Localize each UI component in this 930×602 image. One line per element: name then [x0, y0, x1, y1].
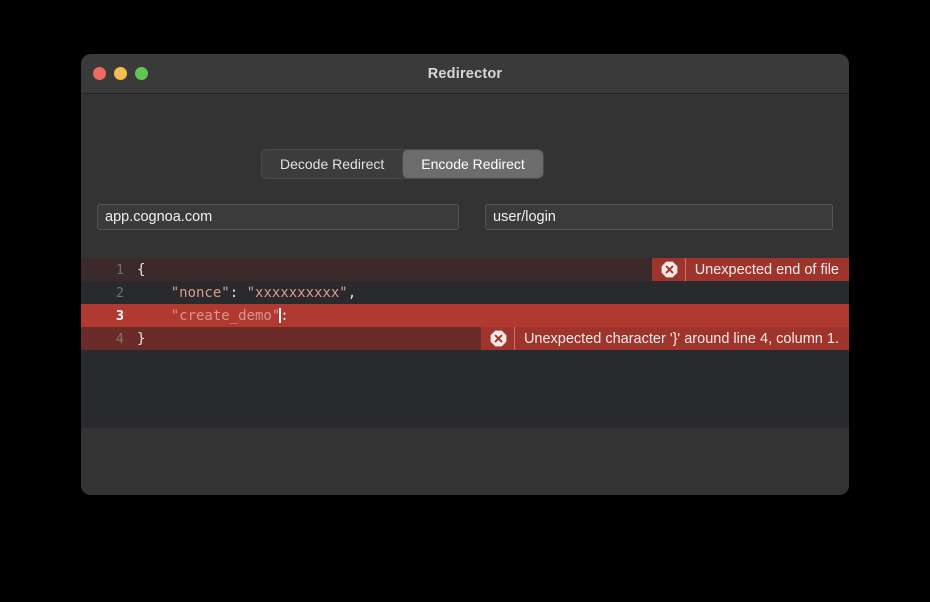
host-input[interactable]	[97, 204, 459, 230]
line-content: "nonce": "xxxxxxxxxx",	[170, 284, 357, 301]
close-button[interactable]	[93, 67, 106, 80]
code-line-active[interactable]: 3 "create_demo":	[81, 304, 849, 327]
desktop: Redirector Decode Redirect Encode Redire…	[0, 0, 930, 602]
code-line[interactable]: 4 } Unexpected character '}' around line…	[81, 327, 849, 350]
window-bottom-area	[81, 428, 849, 495]
line-number: 2	[115, 284, 124, 301]
error-divider	[513, 327, 515, 350]
window-controls	[93, 54, 148, 93]
tab-decode-redirect[interactable]: Decode Redirect	[262, 150, 403, 178]
error-banner[interactable]: Unexpected character '}' around line 4, …	[480, 327, 849, 350]
code-line[interactable]: 2 "nonce": "xxxxxxxxxx",	[81, 281, 849, 304]
json-code-editor[interactable]: 1 { Unexpected end of file 2 "nonce": "x…	[81, 258, 849, 428]
error-message: Unexpected character '}' around line 4, …	[523, 330, 839, 347]
error-banner[interactable]: Unexpected end of file	[651, 258, 849, 281]
error-divider	[684, 258, 686, 281]
app-window: Redirector Decode Redirect Encode Redire…	[81, 54, 849, 495]
url-inputs-row	[97, 204, 833, 230]
tab-encode-redirect[interactable]: Encode Redirect	[402, 150, 543, 178]
minimize-button[interactable]	[114, 67, 127, 80]
error-octagon-icon	[490, 330, 507, 347]
code-line[interactable]: 1 { Unexpected end of file	[81, 258, 849, 281]
error-message: Unexpected end of file	[694, 261, 839, 278]
line-number: 4	[115, 330, 124, 347]
mode-segmented-control[interactable]: Decode Redirect Encode Redirect	[261, 149, 544, 179]
line-number: 1	[115, 261, 124, 278]
path-input[interactable]	[485, 204, 833, 230]
error-octagon-icon	[661, 261, 678, 278]
window-title: Redirector	[427, 65, 503, 82]
window-titlebar: Redirector	[81, 54, 849, 94]
zoom-button[interactable]	[135, 67, 148, 80]
window-body: Decode Redirect Encode Redirect 1 {	[81, 94, 849, 495]
line-content: "create_demo":	[170, 307, 289, 324]
line-number: 3	[115, 307, 124, 324]
